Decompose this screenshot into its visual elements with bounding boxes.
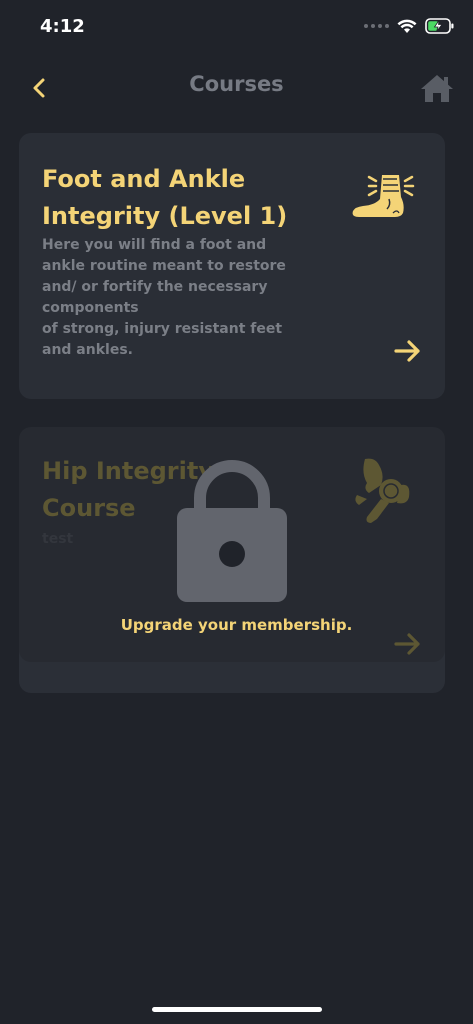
page-title: Courses (189, 72, 284, 96)
home-icon (421, 75, 453, 102)
status-time: 4:12 (40, 16, 85, 37)
wifi-icon (397, 19, 417, 33)
upgrade-membership-link[interactable]: Upgrade your membership. (0, 616, 473, 634)
foot-ankle-icon (352, 175, 415, 217)
home-indicator (152, 1007, 322, 1012)
home-button[interactable] (419, 72, 455, 104)
course-description: test (42, 531, 74, 547)
courses-screen: 4:12 Courses Foot and Ankle Integrity (L… (0, 0, 473, 1024)
battery-charging-icon (425, 18, 454, 34)
course-description: Here you will find a foot and ankle rout… (42, 237, 286, 358)
arrow-right-icon[interactable] (393, 632, 423, 656)
status-icons (364, 18, 455, 34)
hip-joint-icon (355, 458, 410, 523)
course-card-foot-ankle[interactable]: Foot and Ankle Integrity (Level 1) Here … (19, 133, 445, 399)
cellular-signal-icon (364, 24, 389, 28)
course-title: Foot and Ankle Integrity (Level 1) (42, 165, 288, 230)
arrow-right-icon[interactable] (393, 339, 423, 363)
lock-icon (177, 460, 287, 602)
